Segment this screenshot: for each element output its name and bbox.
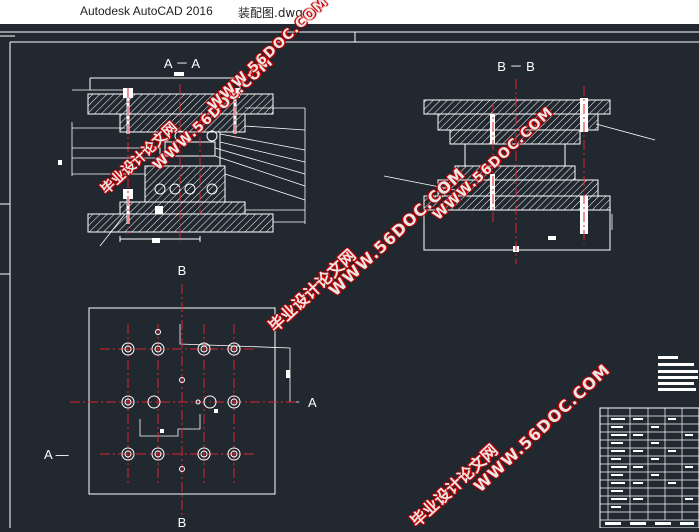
app-title: Autodesk AutoCAD 2016 — [80, 4, 213, 18]
title-block[interactable] — [599, 356, 699, 529]
section-bb-view[interactable]: B － B — [383, 59, 656, 264]
plan-label-b-top: B — [178, 263, 187, 278]
section-bb-title: B － B — [497, 59, 535, 74]
drawing-canvas[interactable]: A － A B － B B B A A — 毕业设计论文网 WWW.56DOC.… — [0, 0, 699, 531]
plan-label-a-left: A — — [44, 447, 69, 462]
plan-view[interactable]: B B A A — — [44, 263, 317, 530]
title-bar: Autodesk AutoCAD 2016 装配图.dwg — [0, 0, 699, 24]
plan-label-a-right: A — [308, 395, 317, 410]
plan-label-b-bottom: B — [178, 515, 187, 528]
section-aa-title: A － A — [164, 56, 200, 71]
